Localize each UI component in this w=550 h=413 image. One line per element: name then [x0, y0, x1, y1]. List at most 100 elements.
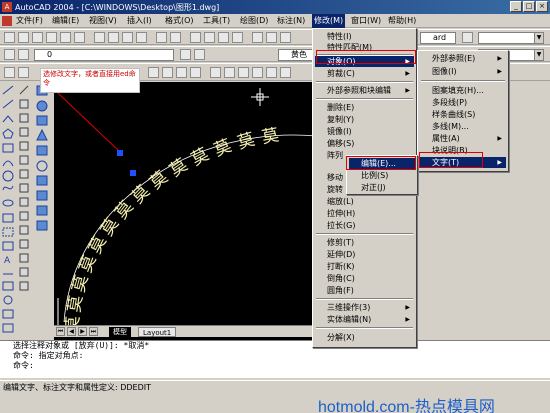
redo-icon[interactable]: [170, 32, 181, 43]
submenu-item-hatch[interactable]: 图案填充(H)...: [420, 85, 506, 96]
preview-icon[interactable]: [60, 32, 71, 43]
layer-previous-icon[interactable]: [194, 49, 205, 60]
menu-edit[interactable]: 编辑(E): [52, 14, 79, 28]
menu-item-offset[interactable]: 偏移(S): [315, 138, 414, 149]
submenu-item-scale[interactable]: 比例(S): [349, 170, 415, 181]
submenu-item-justify[interactable]: 对正(J): [349, 182, 415, 193]
submenu-item-attribute[interactable]: 属性(A) ▶: [420, 133, 506, 144]
minimize-button[interactable]: _: [510, 1, 522, 12]
arc-text-char[interactable]: 莫: [260, 125, 280, 148]
design-center-icon[interactable]: [266, 32, 277, 43]
arc-text-char[interactable]: 莫: [211, 136, 234, 161]
lightbulb-icon[interactable]: [18, 49, 29, 60]
zoom-previous-icon[interactable]: [232, 32, 243, 43]
arc-length-icon[interactable]: [148, 67, 159, 78]
menu-dimension[interactable]: 标注(N): [277, 14, 305, 28]
text-style-combo[interactable]: ard: [420, 32, 456, 44]
menu-format[interactable]: 格式(O): [165, 14, 194, 28]
menu-item-clip[interactable]: 剪裁(C) ▶: [315, 68, 414, 79]
quick-dim-icon[interactable]: [224, 67, 235, 78]
menu-item-stretch[interactable]: 拉伸(H): [315, 208, 414, 219]
cut-icon[interactable]: [94, 32, 105, 43]
menu-item-solid-edit[interactable]: 实体编辑(N) ▶: [315, 314, 414, 325]
pan-icon[interactable]: [190, 32, 201, 43]
dim-style-combo[interactable]: ▼: [478, 32, 544, 44]
arc-text-char[interactable]: 莫: [188, 144, 212, 170]
menu-item-trim[interactable]: 修剪(T): [315, 237, 414, 248]
submenu-item-polyline[interactable]: 多段线(P): [420, 97, 506, 108]
tool-palettes-icon[interactable]: [280, 32, 291, 43]
zoom-window-icon[interactable]: [218, 32, 229, 43]
diameter-dim-icon[interactable]: [190, 67, 201, 78]
autocad-icon[interactable]: A: [2, 2, 12, 12]
properties-icon[interactable]: [252, 32, 263, 43]
submenu-item-spline[interactable]: 样条曲线(S): [420, 109, 506, 120]
submenu-item-multiline[interactable]: 多线(M)...: [420, 121, 506, 132]
menu-draw[interactable]: 绘图(D): [240, 14, 268, 28]
document-icon[interactable]: [2, 16, 12, 26]
dim-style-icon[interactable]: [462, 32, 473, 43]
leader-icon[interactable]: [266, 67, 277, 78]
layer-combo[interactable]: 0: [34, 49, 174, 61]
last-tab-icon[interactable]: ⏭: [89, 327, 98, 336]
menu-item-mirror[interactable]: 镜像(I): [315, 126, 414, 137]
menu-item-chamfer[interactable]: 倒角(C): [315, 273, 414, 284]
arc-text-char[interactable]: 莫: [65, 294, 87, 314]
paste-icon[interactable]: [122, 32, 133, 43]
arc-text-char[interactable]: 莫: [111, 197, 137, 223]
menu-item-explode[interactable]: 分解(X): [315, 332, 414, 343]
command-input-line[interactable]: 命令:: [0, 361, 550, 371]
menu-insert[interactable]: 插入(I): [127, 14, 152, 28]
new-icon[interactable]: [4, 32, 15, 43]
arc-text-char[interactable]: 莫: [166, 155, 191, 181]
save-icon[interactable]: [32, 32, 43, 43]
linear-dim-icon[interactable]: [4, 67, 15, 78]
arc-text-char[interactable]: 莫: [235, 129, 257, 153]
drawing-area[interactable]: 莫莫莫莫莫莫莫莫莫莫莫莫莫莫: [54, 82, 316, 340]
open-icon[interactable]: [18, 32, 29, 43]
menu-item-erase[interactable]: 删除(E): [315, 102, 414, 113]
close-button[interactable]: ×: [536, 1, 548, 12]
menu-item-3d-operation[interactable]: 三维操作(3) ▶: [315, 302, 414, 313]
make-current-icon[interactable]: [180, 49, 191, 60]
publish-icon[interactable]: [74, 32, 85, 43]
menu-item-copy[interactable]: 复制(Y): [315, 114, 414, 125]
menu-item-scale[interactable]: 缩放(L): [315, 196, 414, 207]
copy-icon[interactable]: [108, 32, 119, 43]
undo-icon[interactable]: [156, 32, 167, 43]
menu-modify[interactable]: 修改(M): [312, 14, 346, 28]
print-icon[interactable]: [46, 32, 57, 43]
menu-item-extend[interactable]: 延伸(D): [315, 249, 414, 260]
arc-text-char[interactable]: 莫: [146, 167, 172, 193]
aligned-dim-icon[interactable]: [18, 67, 29, 78]
arc-text-char[interactable]: 莫: [69, 273, 93, 294]
command-window[interactable]: 选择注释对象或 [放弃(U)]: *取消* 命令: 指定对角点: 命令:: [0, 340, 550, 378]
submenu-item-image[interactable]: 图像(I) ▶: [420, 66, 506, 77]
arc-text-char[interactable]: 莫: [128, 182, 154, 208]
arc-text-char[interactable]: 莫: [97, 215, 123, 240]
menu-file[interactable]: 文件(F): [16, 14, 43, 28]
zoom-realtime-icon[interactable]: [204, 32, 215, 43]
menu-window[interactable]: 窗口(W): [351, 14, 381, 28]
angular-dim-icon[interactable]: [210, 67, 221, 78]
match-properties-icon[interactable]: [136, 32, 147, 43]
menu-item-properties[interactable]: 特性(I): [315, 31, 414, 42]
menu-help[interactable]: 帮助(H): [388, 14, 416, 28]
baseline-dim-icon[interactable]: [238, 67, 249, 78]
first-tab-icon[interactable]: ⏮: [56, 327, 65, 336]
layer-manager-icon[interactable]: [4, 49, 15, 60]
arc-text-char[interactable]: 莫: [85, 233, 110, 257]
continue-dim-icon[interactable]: [252, 67, 263, 78]
prev-tab-icon[interactable]: ◀: [67, 327, 76, 336]
menu-tools[interactable]: 工具(T): [203, 14, 230, 28]
tab-layout1[interactable]: Layout1: [138, 327, 177, 337]
menu-view[interactable]: 视图(V): [89, 14, 117, 28]
radius-dim-icon[interactable]: [176, 67, 187, 78]
menu-item-break[interactable]: 打断(K): [315, 261, 414, 272]
menu-item-xref-block-edit[interactable]: 外部参照和块编辑 ▶: [315, 85, 414, 96]
ordinate-dim-icon[interactable]: [162, 67, 173, 78]
submenu-item-xref[interactable]: 外部参照(E) ▶: [420, 53, 506, 64]
maximize-button[interactable]: □: [523, 1, 535, 12]
menu-item-fillet[interactable]: 圆角(F): [315, 285, 414, 296]
tab-model[interactable]: 模型: [109, 327, 131, 337]
